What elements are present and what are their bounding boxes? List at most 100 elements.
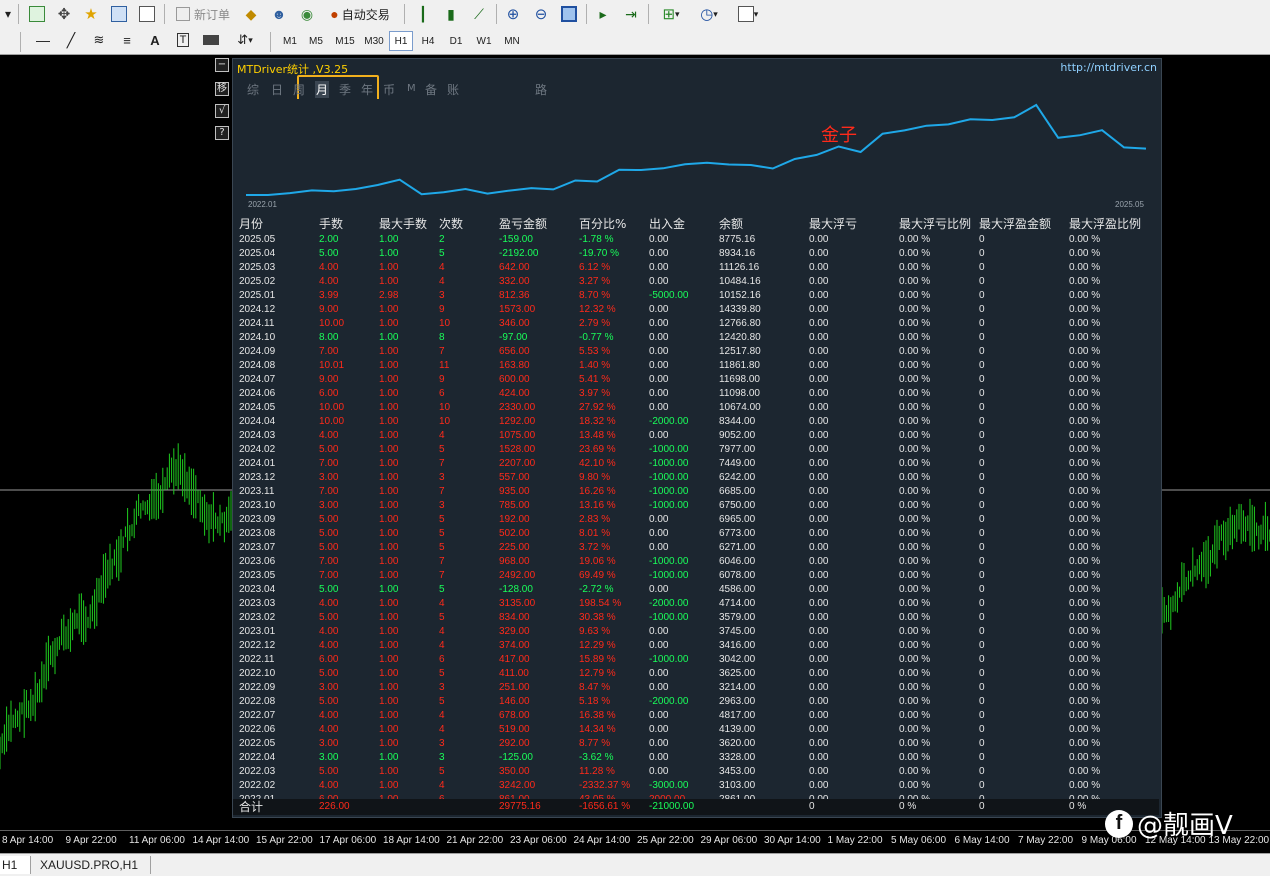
period-button-m1[interactable]: M1	[278, 31, 302, 51]
table-cell: 519.00	[499, 724, 530, 735]
tab-week[interactable]: 周	[293, 81, 305, 98]
table-cell: -3.62 %	[579, 752, 614, 763]
arrows-icon[interactable]: ⇵ ▾	[228, 29, 262, 51]
table-cell: 2023.01	[239, 626, 276, 637]
table-cell: 0.00	[649, 248, 669, 259]
candlestick-icon[interactable]: ▮	[440, 3, 462, 25]
table-cell: -2332.37 %	[579, 780, 631, 791]
table-cell: 0	[979, 514, 985, 525]
table-cell: 4.00	[319, 262, 339, 273]
zoom-in-icon[interactable]: ⊕	[502, 3, 524, 25]
table-cell: 0.00	[809, 332, 829, 343]
user-icon[interactable]: ☻	[268, 3, 290, 25]
column-header: 手数	[319, 217, 344, 231]
tab-note[interactable]: 备	[425, 81, 437, 98]
table-cell: 4.00	[319, 724, 339, 735]
minimize-icon[interactable]: −	[215, 58, 229, 72]
tab-magic[interactable]: M	[407, 83, 416, 94]
balance-graph: 2022.01 2025.05	[243, 99, 1153, 209]
table-cell: 3	[439, 290, 445, 301]
tab-summary[interactable]: 综	[247, 81, 259, 98]
tab-quarter[interactable]: 季	[339, 81, 351, 98]
table-cell: 0.00	[809, 416, 829, 427]
table-row: 2024.07 9.00 1.00 9 600.00 5.41 % 0.00 11698.00…	[237, 373, 1157, 387]
table-cell: 2022.05	[239, 738, 276, 749]
table-cell: 1.00	[379, 780, 399, 791]
table-cell: 0.00	[809, 276, 829, 287]
table-cell: 0	[979, 332, 985, 343]
chart-tab-active[interactable]: H1	[0, 856, 31, 874]
autoscroll-icon[interactable]: ⇥	[620, 3, 642, 25]
column-header: 盈亏金额	[499, 217, 548, 231]
table-row: 2023.08 5.00 1.00 5 502.00 8.01 % 0.00 6773.00 0…	[237, 527, 1157, 541]
navigator-icon[interactable]	[108, 3, 130, 25]
table-row: 2023.10 3.00 1.00 3 785.00 13.16 % -1000.00 675…	[237, 499, 1157, 513]
rectangle-icon[interactable]	[200, 29, 222, 51]
chart-shift-icon[interactable]: ▸	[592, 3, 614, 25]
period-button-m5[interactable]: M5	[304, 31, 328, 51]
bar-chart-icon[interactable]: ┃	[412, 3, 434, 25]
check-icon[interactable]: √	[215, 104, 229, 118]
zoom-out-icon[interactable]: ⊖	[530, 3, 552, 25]
periods-clock-icon[interactable]: ◷ ▾	[692, 3, 726, 25]
table-cell: 4	[439, 598, 445, 609]
templates-icon[interactable]: ▾	[730, 3, 766, 25]
table-cell: 5	[439, 444, 445, 455]
signal-icon[interactable]: ◉	[296, 3, 318, 25]
table-cell: 0.00	[809, 598, 829, 609]
panel-url-link[interactable]: http://mtdriver.cn	[1060, 61, 1157, 74]
crosshair-move-icon[interactable]: ✥	[53, 3, 75, 25]
period-button-w1[interactable]: W1	[472, 31, 496, 51]
table-cell: 3.00	[319, 738, 339, 749]
table-cell: 4.00	[319, 626, 339, 637]
chart-tab-xauusd[interactable]: XAUUSD.PRO,H1	[40, 856, 151, 874]
indicators-icon[interactable]: ⊞ ▾	[654, 3, 688, 25]
table-cell: 0.00	[809, 780, 829, 791]
table-cell: 0.00 %	[899, 682, 931, 693]
table-cell: 2023.04	[239, 584, 276, 595]
period-button-d1[interactable]: D1	[444, 31, 468, 51]
table-cell: 0.00 %	[899, 402, 931, 413]
text-label-icon[interactable]: T	[172, 29, 194, 51]
favorites-star-icon[interactable]: ★	[80, 3, 102, 25]
help-icon[interactable]: ?	[215, 126, 229, 140]
tester-icon[interactable]	[136, 3, 158, 25]
table-row: 2022.07 4.00 1.00 4 678.00 16.38 % 0.00 4817.00…	[237, 709, 1157, 723]
table-cell: 192.00	[499, 514, 530, 525]
table-cell: -1000.00	[649, 444, 689, 455]
period-button-h1[interactable]: H1	[389, 31, 413, 51]
tab-day[interactable]: 日	[271, 81, 283, 98]
tab-year[interactable]: 年	[361, 81, 373, 98]
period-button-mn[interactable]: MN	[499, 31, 525, 51]
trendline-icon[interactable]: ╱	[60, 29, 82, 51]
fibonacci-icon[interactable]: ≋	[88, 29, 110, 51]
period-button-m30[interactable]: M30	[360, 31, 388, 51]
candles-right	[1161, 498, 1270, 634]
auto-trade-button[interactable]: ● 自动交易	[322, 3, 398, 25]
new-order-button[interactable]: 新订单	[172, 3, 234, 25]
dropdown-arrow-icon[interactable]: ▾	[2, 3, 14, 25]
table-cell: 3625.00	[719, 668, 756, 679]
line-chart-icon[interactable]: ⟋	[468, 3, 490, 25]
tile-windows-icon[interactable]	[558, 3, 580, 25]
table-cell: 0.00 %	[899, 430, 931, 441]
table-cell: 3.00	[319, 682, 339, 693]
period-button-m15[interactable]: M15	[331, 31, 359, 51]
period-button-h4[interactable]: H4	[416, 31, 440, 51]
text-icon[interactable]: A	[144, 29, 166, 51]
move-icon[interactable]: 移	[215, 82, 229, 96]
table-cell: 0.00 %	[899, 346, 931, 357]
new-chart-icon[interactable]	[26, 3, 48, 25]
fibo-retracement-icon[interactable]: ≡	[116, 29, 138, 51]
tab-month[interactable]: 月	[315, 81, 330, 98]
table-cell: 19.06 %	[579, 556, 616, 567]
pen-icon[interactable]: ◆	[240, 3, 262, 25]
table-cell: 1.00	[379, 654, 399, 665]
table-cell: 0.00	[809, 640, 829, 651]
table-cell: -3000.00	[649, 780, 689, 791]
horizontal-line-icon[interactable]: —	[32, 29, 54, 51]
table-cell: 1.40 %	[579, 360, 611, 371]
table-cell: 4586.00	[719, 584, 756, 595]
table-cell: 4	[439, 430, 445, 441]
tab-currency[interactable]: 币	[383, 81, 395, 98]
